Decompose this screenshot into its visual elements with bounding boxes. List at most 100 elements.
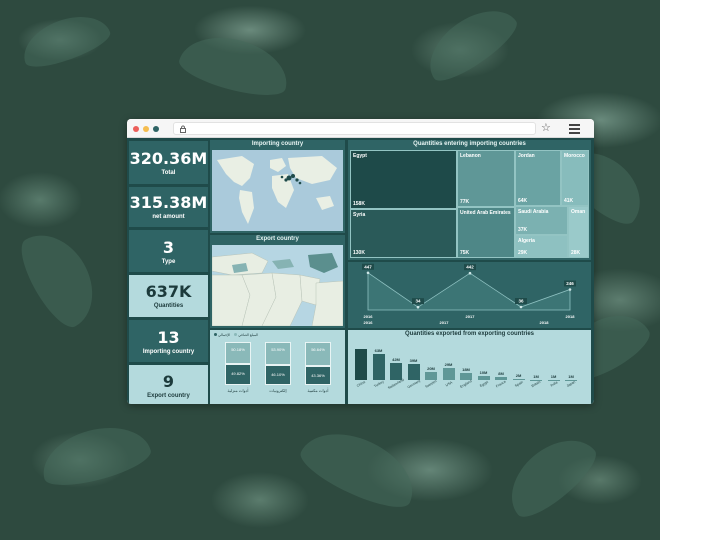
tile-name: Oman (571, 209, 586, 215)
kpi-value: 13 (157, 328, 180, 347)
stacked-bar-panel: المبلغ الصافي الإجمالي 50.18% 49.82% أدوات… (210, 330, 345, 404)
stacked-segment-top[interactable]: 56.64% (305, 342, 331, 367)
bookmark-star-icon[interactable]: ☆ (541, 121, 551, 135)
region-map[interactable] (212, 245, 343, 326)
data-label: 246 (566, 281, 574, 286)
treemap-tile[interactable]: Lebanon 77K (457, 150, 515, 207)
treemap-tile[interactable]: Morocco 41K (561, 150, 589, 206)
close-window-button[interactable] (133, 126, 139, 132)
legend-label: الإجمالي (217, 333, 231, 337)
tile-value: 29K (518, 250, 528, 256)
kpi-value: 3 (162, 238, 175, 257)
tile-name: Saudi Arabia (518, 209, 549, 215)
kpi-card-importing-country: 13 Importing country (129, 320, 208, 362)
treemap-tile[interactable]: Algeria 29K (515, 235, 568, 258)
segment-label: 50.18% (231, 347, 245, 352)
tile-name: Jordan (518, 153, 535, 159)
category-label: إلكترونيات (269, 388, 287, 393)
stacked-segment-bottom[interactable]: 43.36% (305, 366, 331, 385)
tile-value: 64K (518, 198, 528, 204)
data-point[interactable] (568, 288, 572, 291)
tile-name: Lebanon (460, 153, 481, 159)
panel-title: Quantities exported from exporting count… (404, 331, 535, 337)
leaf-shape (495, 423, 605, 527)
tile-value: 41K (564, 198, 574, 204)
area-chart-panel: 447 2016 2016 34 442 2017 2017 36 246 2018 2018 (348, 262, 591, 328)
tile-name: Syria (353, 212, 366, 218)
leaf-shape (416, 0, 524, 90)
data-point[interactable] (366, 271, 370, 275)
treemap-tile[interactable]: United Arab Emirates 75K (457, 207, 515, 258)
browser-toolbar: ☆ (127, 119, 594, 138)
tile-name: United Arab Emirates (460, 210, 511, 216)
area-chart[interactable]: 447 20162016 34 442 2017 2017 36 246 2018 2018 (348, 262, 591, 328)
kpi-label: Total (161, 170, 176, 176)
kpi-card-net-amount: 315.38M net amount (129, 187, 208, 227)
segment-label: 46.10% (271, 372, 285, 378)
stacked-segment-top[interactable]: 50.18% (225, 342, 251, 364)
tile-value: 158K (353, 201, 365, 207)
legend-swatch (214, 333, 217, 336)
x-tick-label: 2017 (466, 314, 476, 319)
kpi-label: Export country (147, 393, 190, 399)
kpi-card-quantities: 637K Quantities (129, 275, 208, 317)
area-series[interactable] (367, 272, 571, 311)
stacked-segment-bottom[interactable]: 46.10% (265, 365, 291, 385)
legend-label: المبلغ الصافي (238, 333, 259, 337)
region-map-graphic (212, 252, 343, 326)
treemap-tile[interactable]: Saudi Arabia 37K (515, 206, 568, 235)
tile-value: 75K (460, 250, 470, 256)
x-group-label: 2018 (540, 320, 550, 325)
data-label: 36 (518, 299, 524, 304)
kpi-value: 9 (162, 372, 175, 391)
kpi-value: 315.38M (129, 193, 208, 212)
leaf-shape (175, 26, 295, 104)
bar-value-label: 39M (409, 357, 418, 363)
address-bar[interactable] (173, 122, 536, 135)
x-group-label: 2017 (440, 320, 450, 325)
leaf-shape (15, 5, 115, 75)
kpi-value: 320.36M (129, 149, 208, 168)
bar-value-label: 63M (374, 348, 383, 353)
tile-value: 77K (460, 199, 470, 205)
hamburger-menu-icon[interactable] (569, 124, 580, 134)
panel-title: Quantities entering importing countries (413, 141, 526, 147)
kpi-card-type: 3 Type (129, 230, 208, 272)
exported-bar-panel: Quantities exported from exporting count… (348, 330, 591, 404)
kpi-value: 637K (145, 282, 192, 301)
stacked-segment-bottom[interactable]: 49.82% (225, 363, 251, 385)
kpi-label: Importing country (142, 349, 195, 355)
kpi-label: net amount (152, 214, 185, 220)
data-point[interactable] (468, 271, 472, 275)
treemap-tile[interactable]: Syria 130K (350, 209, 457, 258)
bar[interactable] (407, 363, 420, 380)
tile-name: Morocco (564, 153, 585, 159)
bar[interactable] (390, 362, 402, 380)
bar[interactable] (355, 349, 367, 380)
data-label: 447 (364, 264, 372, 269)
minimize-window-button[interactable] (143, 126, 149, 132)
treemap-tile[interactable]: Egypt 158K (350, 150, 457, 209)
x-tick-label: 2016 (364, 314, 374, 319)
tile-name: Egypt (353, 153, 367, 159)
data-point[interactable] (416, 305, 420, 309)
treemap-tile[interactable]: Jordan 64K (515, 150, 561, 206)
tile-value: 130K (353, 250, 365, 256)
maximize-window-button[interactable] (153, 126, 159, 132)
data-label: 34 (415, 299, 421, 304)
tile-name: Algeria (518, 238, 535, 244)
treemap-tile[interactable]: Oman 28K (568, 206, 589, 258)
leaf-shape (11, 220, 109, 335)
world-map[interactable] (212, 150, 343, 231)
leaf-shape (35, 416, 155, 494)
bar[interactable] (372, 354, 385, 380)
x-tick-label: 2018 (566, 314, 576, 319)
panel-title: Importing country (251, 141, 304, 147)
stacked-segment-top[interactable]: 53.90% (265, 342, 291, 366)
leaf-shape (293, 417, 427, 518)
panel-title: Export country (256, 236, 299, 242)
data-point[interactable] (519, 305, 523, 309)
kpi-label: Type (161, 259, 176, 265)
data-label: 442 (466, 265, 474, 270)
kpi-card-export-country: 9 Export country (129, 365, 208, 404)
